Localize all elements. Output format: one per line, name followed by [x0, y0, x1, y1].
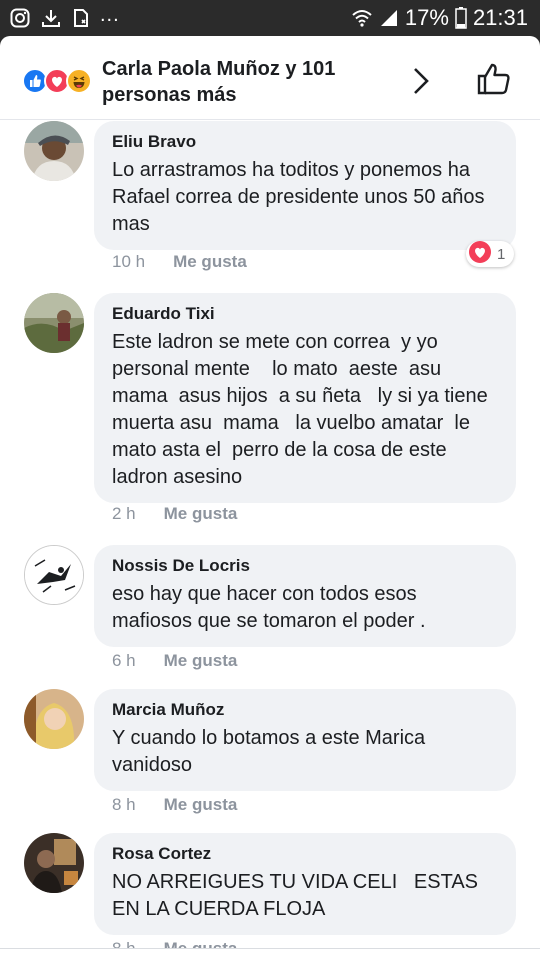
reaction-count: 1: [497, 245, 506, 263]
more-notifications: ...: [100, 4, 120, 26]
comment-meta: 8 h Me gusta: [112, 938, 237, 948]
comment-author[interactable]: Rosa Cortez: [112, 843, 500, 865]
like-button[interactable]: [476, 62, 512, 101]
like-comment-button[interactable]: Me gusta: [164, 650, 238, 672]
comment-bubble[interactable]: Rosa Cortez NO ARREIGUES TU VIDA CELI ES…: [94, 833, 516, 935]
comment-time: 8 h: [112, 938, 136, 948]
signal-icon: [379, 8, 399, 28]
status-bar: ... 17% 21:31: [0, 0, 540, 36]
avatar[interactable]: [24, 545, 84, 605]
comment-bubble[interactable]: Marcia Muñoz Y cuando lo botamos a este …: [94, 689, 516, 791]
comment-bubble[interactable]: Eliu Bravo Lo arrastramos ha toditos y p…: [94, 121, 516, 250]
comment-author[interactable]: Eliu Bravo: [112, 131, 500, 153]
comment-author[interactable]: Nossis De Locris: [112, 555, 500, 577]
comment-time: 8 h: [112, 795, 136, 814]
avatar[interactable]: [24, 689, 84, 749]
comment-meta: 8 h Me gusta: [112, 794, 237, 816]
like-comment-button[interactable]: Me gusta: [173, 251, 247, 273]
bottom-divider: [0, 948, 540, 960]
comment-time: 2 h: [112, 504, 136, 523]
battery-percent: 17%: [404, 5, 449, 30]
comment-author[interactable]: Marcia Muñoz: [112, 699, 500, 721]
comment-time: 6 h: [112, 651, 136, 670]
sheet-header: Carla Paola Muñoz y 101 personas más: [0, 36, 540, 120]
comment-author[interactable]: Eduardo Tixi: [112, 303, 500, 325]
comment-meta: 2 h Me gusta: [112, 503, 237, 525]
comment-meta: 10 h Me gusta: [112, 251, 247, 273]
comment-text: Lo arrastramos ha toditos y ponemos ha R…: [112, 159, 491, 235]
comment-bubble[interactable]: Nossis De Locris eso hay que hacer con t…: [94, 545, 516, 647]
chevron-right-icon[interactable]: [408, 66, 434, 101]
avatar[interactable]: [24, 293, 84, 353]
file-icon: [72, 8, 90, 28]
like-comment-button[interactable]: Me gusta: [164, 794, 238, 816]
download-icon: [40, 8, 62, 28]
love-reaction-icon: [469, 240, 491, 268]
reaction-summary[interactable]: [22, 68, 98, 94]
clock: 21:31: [472, 5, 528, 30]
comment-meta: 6 h Me gusta: [112, 650, 237, 672]
reactions-sheet: Carla Paola Muñoz y 101 personas más Eli…: [0, 36, 540, 960]
like-comment-button[interactable]: Me gusta: [164, 938, 238, 948]
wifi-icon: [351, 8, 373, 28]
comment-bubble[interactable]: Eduardo Tixi Este ladron se mete con cor…: [94, 293, 516, 503]
comments-list[interactable]: Eliu Bravo Lo arrastramos ha toditos y p…: [0, 121, 540, 948]
avatar[interactable]: [24, 121, 84, 181]
comment-text: eso hay que hacer con todos esos mafioso…: [112, 583, 426, 632]
comment-text: NO ARREIGUES TU VIDA CELI ESTAS EN LA CU…: [112, 871, 484, 920]
comment-reactions[interactable]: 1: [466, 240, 514, 268]
like-comment-button[interactable]: Me gusta: [164, 503, 238, 525]
avatar[interactable]: [24, 833, 84, 893]
haha-reaction-icon: [66, 68, 92, 94]
battery-icon: [455, 7, 467, 29]
reactors-title[interactable]: Carla Paola Muñoz y 101 personas más: [102, 56, 392, 108]
comment-text: Y cuando lo botamos a este Marica vanido…: [112, 727, 431, 776]
comment-time: 10 h: [112, 252, 146, 271]
comment-text: Este ladron se mete con correa y yo pers…: [112, 331, 494, 488]
instagram-icon: [10, 8, 30, 28]
